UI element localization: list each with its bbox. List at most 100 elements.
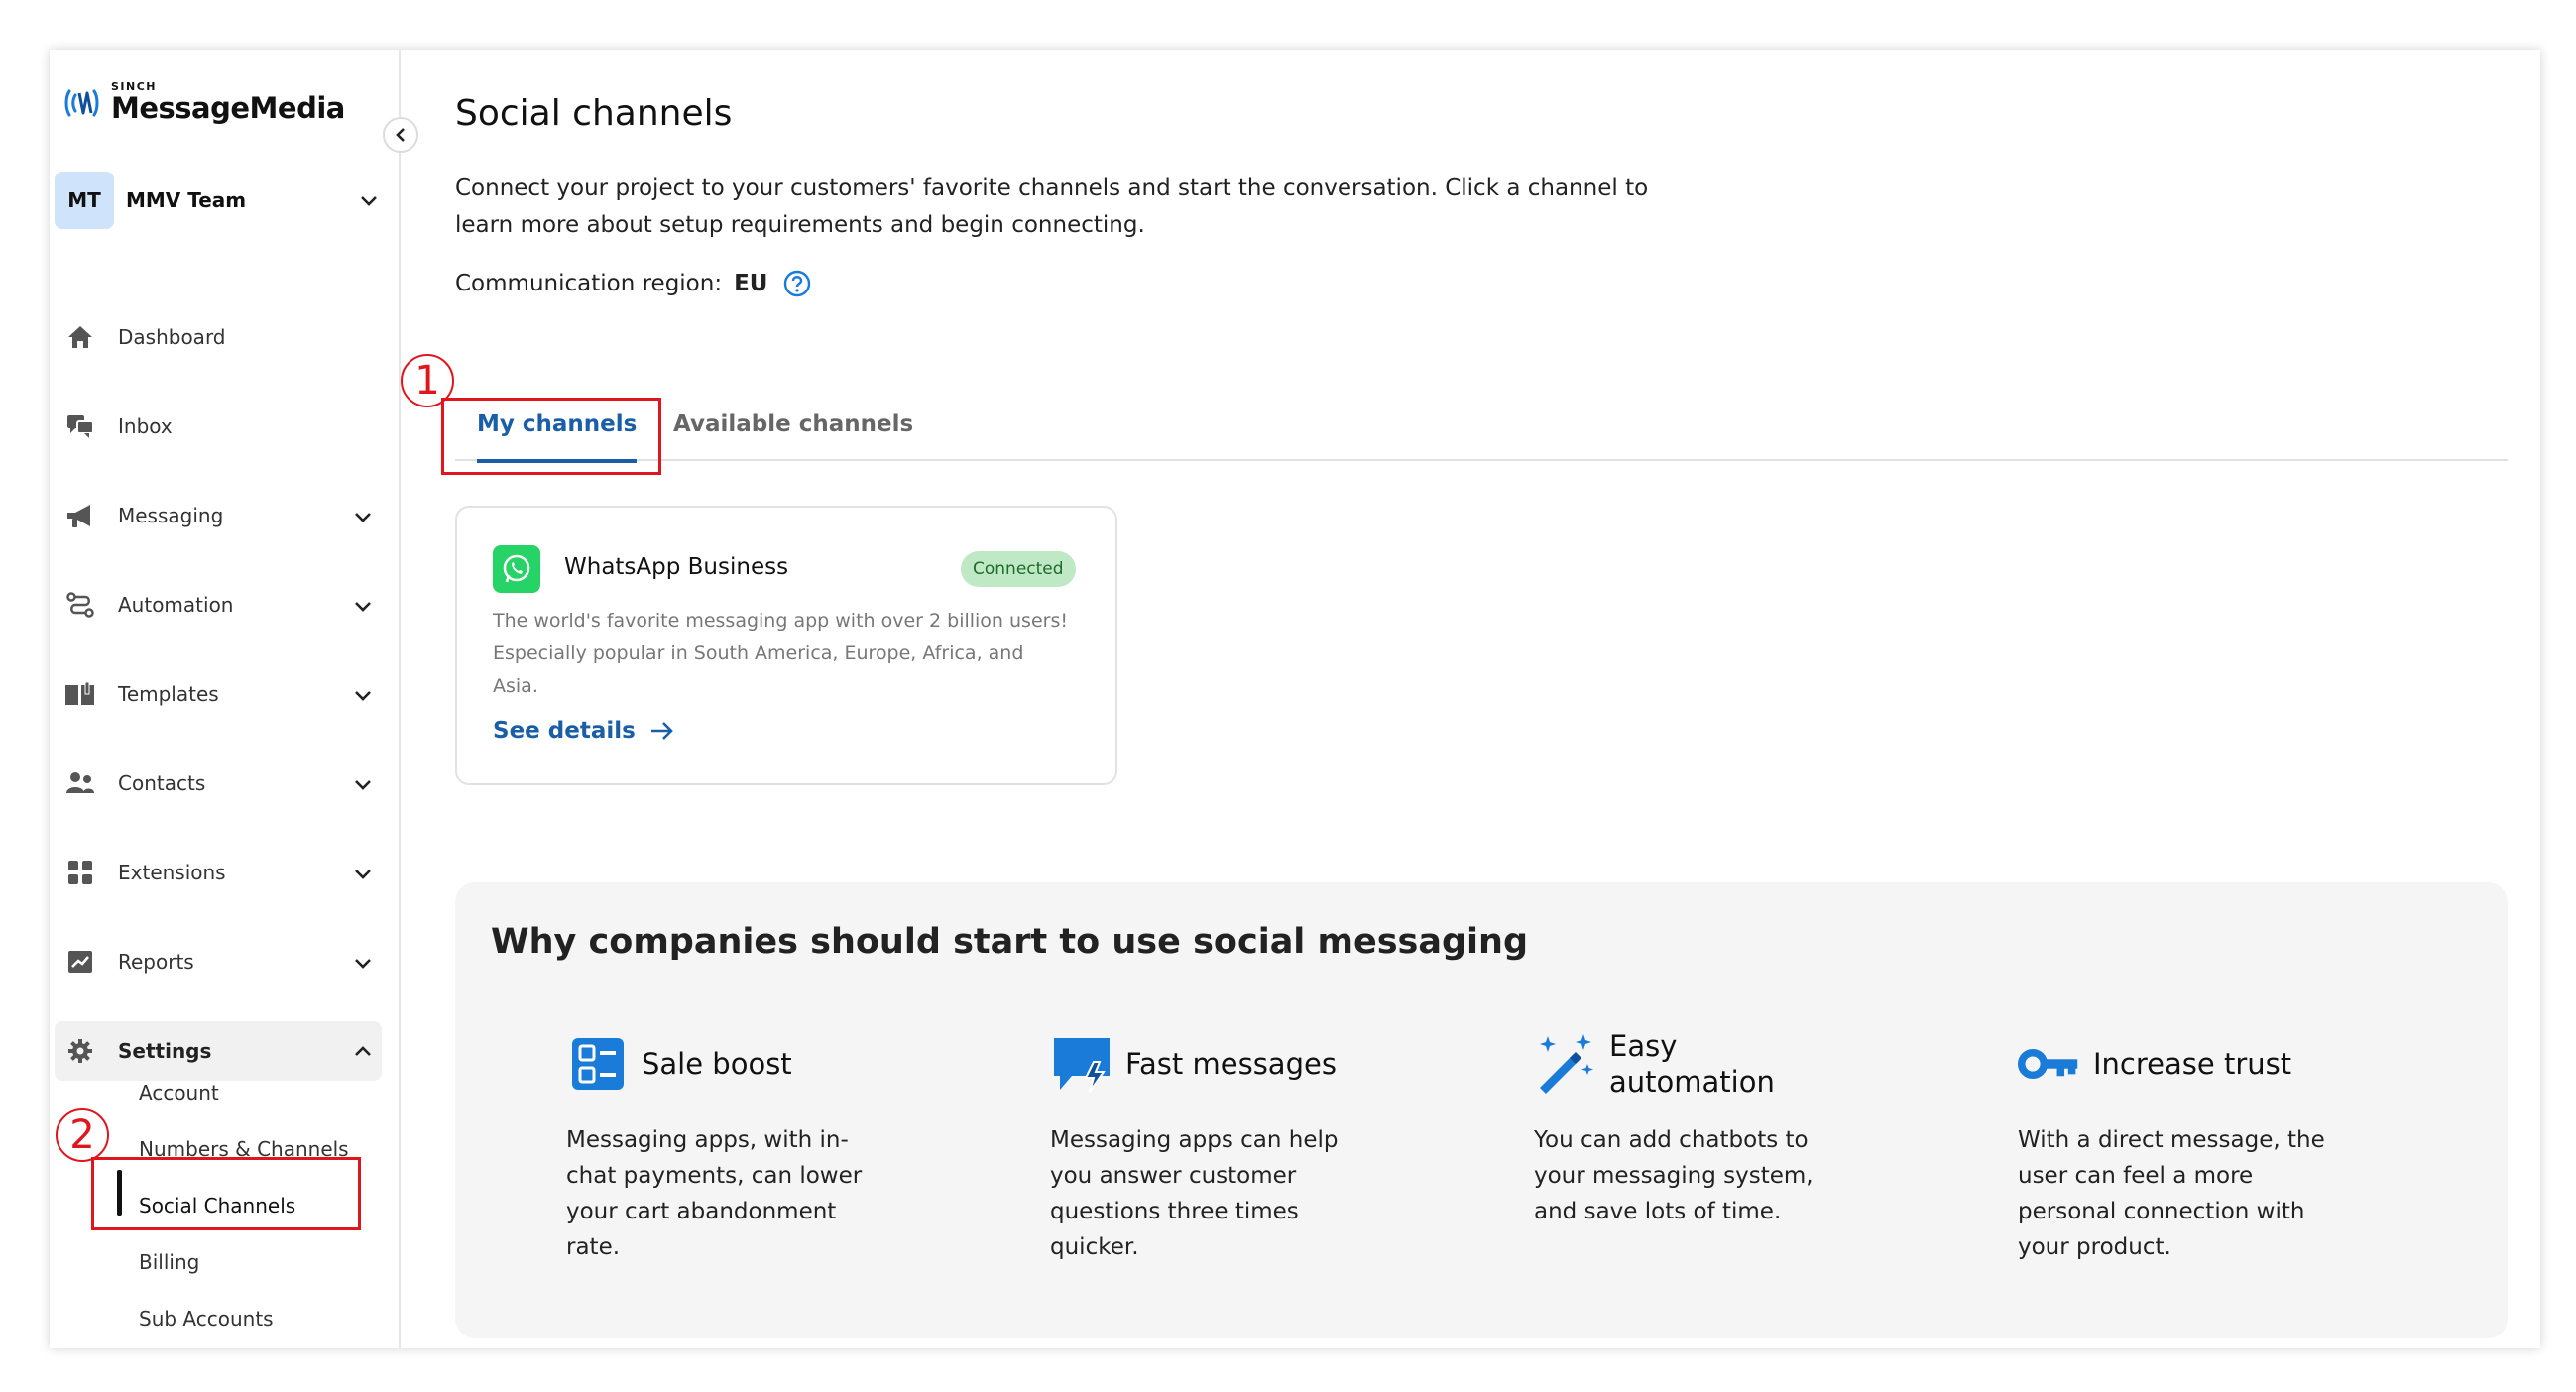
brand-sinch: SINCH xyxy=(111,80,157,93)
feature-easy-automation: Easy automation You can add chatbots to … xyxy=(1534,1029,1931,1229)
page-description: Connect your project to your customers' … xyxy=(455,171,1685,244)
feature-description: Messaging apps, with in- chat payments, … xyxy=(566,1122,963,1265)
feature-desc-line: your product. xyxy=(2018,1234,2171,1260)
feature-desc-line: you answer customer xyxy=(1050,1163,1297,1189)
chart-icon xyxy=(62,946,98,978)
chevron-down-icon xyxy=(355,870,371,879)
feature-increase-trust: Increase trust With a direct message, th… xyxy=(2018,1029,2414,1265)
main-content: Social channels Connect your project to … xyxy=(401,50,2540,1348)
feature-title: Sale boost xyxy=(642,1046,792,1082)
brand-logo: SINCH MessageMedia xyxy=(61,80,345,125)
page-title: Social channels xyxy=(455,93,733,134)
whatsapp-icon xyxy=(493,545,540,593)
team-avatar: MT xyxy=(55,172,114,229)
feature-title: Increase trust xyxy=(2093,1046,2291,1082)
section-title: Why companies should start to use social… xyxy=(491,922,1529,962)
sidebar-item-extensions[interactable]: Extensions xyxy=(55,843,382,902)
sidebar-item-automation[interactable]: Automation xyxy=(55,575,382,635)
app-window: SINCH MessageMedia MT MMV Team Dashboard… xyxy=(50,50,2540,1348)
feature-desc-line: quicker. xyxy=(1050,1234,1139,1260)
chevron-up-icon xyxy=(355,1046,371,1056)
communication-region: Communication region: EU xyxy=(455,270,811,297)
settings-sub-account[interactable]: Account xyxy=(139,1081,219,1104)
people-icon xyxy=(62,767,98,799)
gear-icon xyxy=(62,1035,98,1067)
sidebar-item-label: Messaging xyxy=(118,504,224,527)
sidebar-item-label: Contacts xyxy=(118,771,206,795)
sidebar-item-label: Settings xyxy=(118,1039,212,1063)
status-badge: Connected xyxy=(961,551,1076,587)
chevron-down-icon xyxy=(361,196,377,206)
feature-desc-line: your cart abandonment xyxy=(566,1199,837,1224)
feature-title-line: Sale boost xyxy=(642,1047,792,1081)
sidebar-item-label: Inbox xyxy=(118,414,173,438)
sidebar-item-label: Automation xyxy=(118,593,234,617)
sidebar-item-inbox[interactable]: Inbox xyxy=(55,397,382,456)
sidebar-item-settings[interactable]: Settings xyxy=(55,1021,382,1081)
sidebar-item-reports[interactable]: Reports xyxy=(55,932,382,991)
feature-desc-line: With a direct message, the xyxy=(2018,1127,2325,1153)
chat-icon xyxy=(62,410,98,442)
see-details-label: See details xyxy=(493,718,636,744)
channel-description-line: The world's favorite messaging app with … xyxy=(493,610,1068,632)
checklist-icon xyxy=(566,1032,630,1096)
help-icon[interactable] xyxy=(783,270,811,297)
feature-desc-line: chat payments, can lower xyxy=(566,1163,863,1189)
feature-desc-line: and save lots of time. xyxy=(1534,1199,1782,1224)
feature-description: With a direct message, the user can feel… xyxy=(2018,1122,2414,1265)
fast-message-icon xyxy=(1050,1032,1113,1096)
sidebar-item-dashboard[interactable]: Dashboard xyxy=(55,307,382,367)
feature-title: Easy automation xyxy=(1609,1028,1775,1100)
feature-desc-line: Messaging apps, with in- xyxy=(566,1127,849,1153)
feature-title-line: Increase trust xyxy=(2093,1047,2292,1081)
arrow-right-icon xyxy=(650,722,673,740)
key-icon xyxy=(2018,1032,2081,1096)
team-name: MMV Team xyxy=(126,188,247,212)
channel-description-line: Asia. xyxy=(493,675,538,697)
settings-sub-billing[interactable]: Billing xyxy=(139,1250,199,1274)
sidebar-item-messaging[interactable]: Messaging xyxy=(55,486,382,545)
sidebar-item-contacts[interactable]: Contacts xyxy=(55,754,382,813)
settings-sub-sub-accounts[interactable]: Sub Accounts xyxy=(139,1307,274,1331)
feature-desc-line: your messaging system, xyxy=(1534,1163,1814,1189)
home-icon xyxy=(62,321,98,353)
feature-sale-boost: Sale boost Messaging apps, with in- chat… xyxy=(566,1029,963,1265)
sidebar-item-templates[interactable]: Templates xyxy=(55,664,382,724)
feature-desc-line: You can add chatbots to xyxy=(1534,1127,1809,1153)
annotation-box-my-channels xyxy=(441,398,661,475)
chevron-down-icon xyxy=(355,691,371,701)
feature-title-line: Fast messages xyxy=(1125,1047,1337,1081)
feature-desc-line: personal connection with xyxy=(2018,1199,2305,1224)
channel-card-whatsapp[interactable]: WhatsApp Business Connected The world's … xyxy=(455,506,1117,785)
sidebar-item-label: Dashboard xyxy=(118,325,226,349)
chevron-down-icon xyxy=(355,513,371,522)
feature-desc-line: rate. xyxy=(566,1234,621,1260)
team-switcher[interactable]: MT MMV Team xyxy=(55,171,382,230)
chevron-down-icon xyxy=(355,780,371,790)
feature-desc-line: questions three times xyxy=(1050,1199,1299,1224)
feature-description: You can add chatbots to your messaging s… xyxy=(1534,1122,1931,1229)
channel-description: The world's favorite messaging app with … xyxy=(493,605,1088,703)
annotation-box-social-channels xyxy=(91,1157,361,1230)
chevron-left-icon xyxy=(396,128,405,142)
book-icon xyxy=(62,678,98,710)
feature-title: Fast messages xyxy=(1125,1046,1337,1082)
sidebar-collapse-button[interactable] xyxy=(383,117,418,153)
chevron-down-icon xyxy=(355,959,371,969)
sidebar: SINCH MessageMedia MT MMV Team Dashboard… xyxy=(50,50,401,1348)
feature-title-line: Easy xyxy=(1609,1029,1678,1063)
tab-available-channels[interactable]: Available channels xyxy=(673,411,913,461)
tab-label: Available channels xyxy=(673,411,914,437)
channel-tabs: My channels Available channels xyxy=(455,411,2508,463)
annotation-number-2: 2 xyxy=(56,1108,109,1162)
feature-desc-line: user can feel a more xyxy=(2018,1163,2254,1189)
feature-fast-messages: Fast messages Messaging apps can help yo… xyxy=(1050,1029,1447,1265)
route-icon xyxy=(62,589,98,621)
sidebar-item-label: Reports xyxy=(118,950,194,974)
sidebar-item-label: Extensions xyxy=(118,861,226,884)
channel-description-line: Especially popular in South America, Eur… xyxy=(493,642,1024,664)
see-details-link[interactable]: See details xyxy=(493,718,675,744)
feature-description: Messaging apps can help you answer custo… xyxy=(1050,1122,1447,1265)
sidebar-item-label: Templates xyxy=(118,682,219,706)
page-description-line: learn more about setup requirements and … xyxy=(455,212,1145,238)
